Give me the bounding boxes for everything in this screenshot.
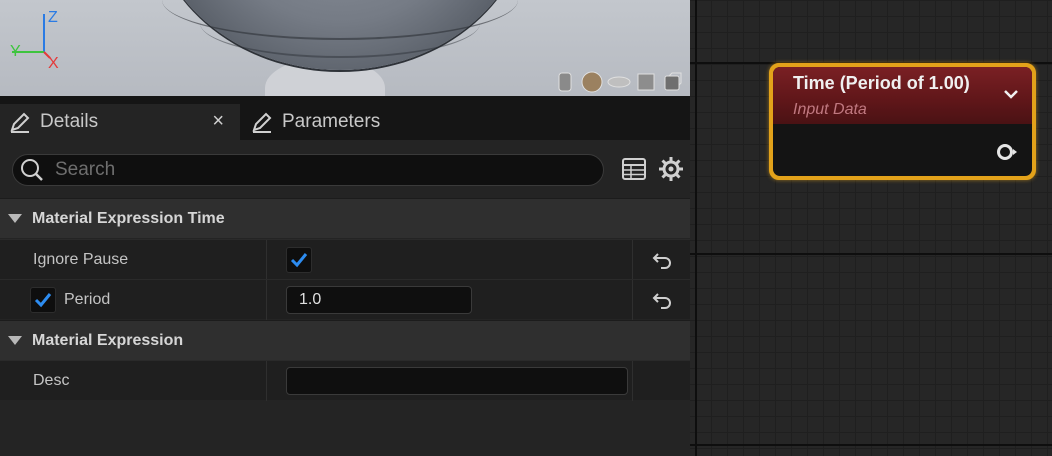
property-row-period: Period 1.0 bbox=[0, 279, 690, 320]
node-header: Time (Period of 1.00) Input Data bbox=[773, 67, 1032, 124]
pencil-icon bbox=[252, 112, 272, 133]
time-node[interactable]: Time (Period of 1.00) Input Data bbox=[769, 63, 1036, 180]
checkmark-icon bbox=[290, 253, 308, 268]
close-icon[interactable]: × bbox=[212, 110, 224, 133]
sphere-seam bbox=[200, 0, 480, 58]
axis-z-label: Z bbox=[48, 9, 58, 26]
checkmark-icon bbox=[34, 293, 52, 308]
category-material-expression[interactable]: Material Expression bbox=[0, 320, 690, 360]
teapot-icon[interactable] bbox=[660, 70, 686, 94]
table-view-icon[interactable] bbox=[622, 158, 646, 180]
output-pin-icon[interactable] bbox=[996, 143, 1018, 161]
reset-cell-empty bbox=[632, 361, 690, 401]
ignore-pause-checkbox[interactable] bbox=[286, 247, 312, 273]
tab-parameters[interactable]: Parameters bbox=[244, 104, 544, 140]
search-input[interactable] bbox=[55, 159, 575, 181]
reset-to-default-button[interactable] bbox=[632, 240, 690, 280]
axis-x-label: X bbox=[48, 55, 59, 70]
reset-arrow-icon bbox=[652, 253, 671, 269]
search-icon bbox=[21, 159, 43, 181]
pencil-icon bbox=[10, 112, 30, 133]
period-value-field[interactable]: 1.0 bbox=[286, 286, 472, 314]
property-value-cell bbox=[266, 240, 632, 280]
property-name-cell: Desc bbox=[0, 361, 266, 401]
node-subtitle: Input Data bbox=[793, 101, 867, 118]
expand-arrow-icon bbox=[8, 214, 22, 223]
category-label: Material Expression bbox=[32, 331, 184, 349]
property-label: Period bbox=[64, 291, 111, 308]
property-value-cell bbox=[266, 361, 632, 401]
cylinder-icon[interactable] bbox=[552, 70, 578, 94]
desc-field[interactable] bbox=[286, 367, 628, 395]
node-title: Time (Period of 1.00) bbox=[793, 73, 970, 93]
search-box[interactable] bbox=[12, 154, 604, 186]
gear-icon[interactable] bbox=[658, 156, 684, 182]
tab-parameters-label: Parameters bbox=[282, 111, 381, 132]
property-name-cell: Period bbox=[0, 280, 266, 320]
chevron-down-icon[interactable] bbox=[1004, 89, 1018, 99]
property-row-ignore-pause: Ignore Pause bbox=[0, 239, 690, 280]
expand-arrow-icon bbox=[8, 336, 22, 345]
property-value-cell: 1.0 bbox=[266, 280, 632, 320]
details-tab-bar: Details × Parameters bbox=[0, 96, 690, 140]
reset-arrow-icon bbox=[652, 293, 671, 309]
property-label: Desc bbox=[33, 372, 70, 389]
material-editor: Z Y X Details × Parameters Search Materi… bbox=[0, 0, 1052, 456]
plane-icon[interactable] bbox=[606, 70, 632, 94]
category-material-expression-time[interactable]: Material Expression Time bbox=[0, 198, 690, 238]
property-label: Ignore Pause bbox=[33, 251, 129, 268]
sphere-icon[interactable] bbox=[579, 70, 605, 94]
period-enable-checkbox[interactable] bbox=[30, 287, 56, 313]
node-body: Time (Period of 1.00) Input Data bbox=[773, 67, 1032, 176]
cube-icon[interactable] bbox=[633, 70, 659, 94]
property-row-desc: Desc bbox=[0, 360, 690, 401]
tab-details[interactable]: Details × bbox=[0, 104, 240, 140]
details-panel: Material Expression Time Ignore Pause bbox=[0, 140, 690, 456]
reset-to-default-button[interactable] bbox=[632, 280, 690, 320]
axis-y-label: Y bbox=[10, 43, 21, 60]
preview-viewport[interactable]: Z Y X bbox=[0, 0, 690, 96]
preview-shape-toolbar bbox=[552, 70, 686, 94]
property-name-cell: Ignore Pause bbox=[0, 240, 266, 280]
search-row bbox=[0, 140, 690, 198]
axis-gizmo-icon: Z Y X bbox=[10, 9, 59, 70]
category-label: Material Expression Time bbox=[32, 209, 225, 227]
tab-details-label: Details bbox=[40, 111, 99, 132]
